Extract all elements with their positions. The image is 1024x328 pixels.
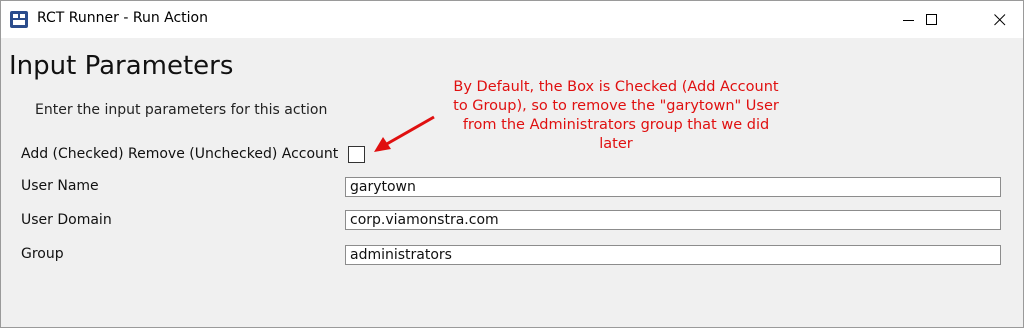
maximize-button[interactable] [908, 1, 954, 38]
user-name-field[interactable]: garytown [345, 177, 1001, 197]
title-bar[interactable]: RCT Runner - Run Action [1, 1, 1023, 38]
window-title: RCT Runner - Run Action [37, 10, 208, 26]
page-title: Input Parameters [9, 51, 234, 81]
user-domain-field[interactable]: corp.viamonstra.com [345, 210, 1001, 230]
annotation-arrow-icon [374, 115, 435, 152]
user-name-label: User Name [21, 178, 99, 194]
close-icon [994, 14, 1006, 26]
annotation-line: later [599, 136, 633, 152]
page-description: Enter the input parameters for this acti… [35, 102, 328, 118]
app-window-icon [10, 11, 28, 28]
close-button[interactable] [976, 1, 1022, 38]
annotation-line: By Default, the Box is Checked (Add Acco… [453, 79, 779, 95]
group-label: Group [21, 246, 64, 262]
maximize-icon [926, 14, 937, 25]
run-action-window: RCT Runner - Run Action Input Parameters… [0, 0, 1024, 328]
annotation-callout: By Default, the Box is Checked (Add Acco… [431, 78, 801, 154]
annotation-line: to Group), so to remove the "garytown" U… [453, 98, 779, 114]
annotation-line: from the Administrators group that we di… [462, 117, 770, 133]
group-field[interactable]: administrators [345, 245, 1001, 265]
add-remove-account-checkbox[interactable] [348, 146, 365, 163]
user-domain-label: User Domain [21, 212, 112, 228]
add-remove-account-label: Add (Checked) Remove (Unchecked) Account [21, 146, 339, 162]
